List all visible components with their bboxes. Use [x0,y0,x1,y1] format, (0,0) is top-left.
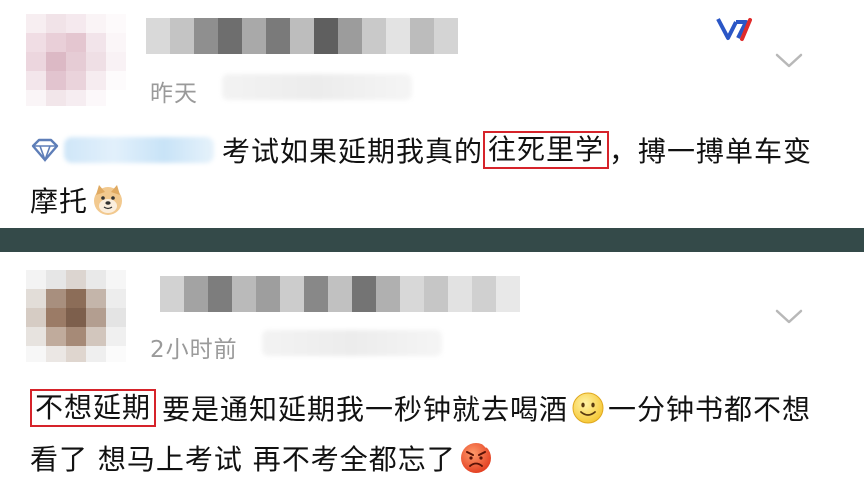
chevron-down-icon[interactable] [774,50,804,70]
timestamp: 2小时前 [150,337,238,363]
comment-text: ，搏一搏单车变 [609,135,813,168]
chevron-down-icon[interactable] [774,306,804,326]
location-blurred [262,330,442,356]
location-blurred [222,74,412,100]
comment-text: 一分钟书都不想 [608,393,812,426]
section-divider [0,228,864,252]
comment-text: 要是通知延期我一秒钟就去喝酒 [162,393,569,426]
comment-text: 摩托 [30,185,89,218]
username-blurred[interactable] [146,18,458,54]
username-blurred[interactable] [160,276,520,312]
angry-emoji-icon [460,442,491,473]
highlighted-phrase: 不想延期 [30,389,157,427]
doge-emoji-icon [94,185,123,215]
comment-text: 考试如果延期我真的 [222,135,484,168]
comment-text-line-1: 考试如果延期我真的 往死里学 ，搏一搏单车变 [30,130,812,170]
highlighted-phrase: 往死里学 [483,131,610,169]
comment-text-line-2: 摩托 [30,180,128,220]
smile-emoji-icon [572,392,604,424]
user-badge-blurred [64,137,214,163]
comment-card: 昨天 考试如果延期我真的 往死里学 ，搏一搏单车变 摩托 [0,0,864,228]
avatar[interactable] [26,14,126,106]
comment-text: 看了 想马上考试 再不考全都忘了 [30,443,456,476]
timestamp: 昨天 [150,81,198,107]
diamond-icon [31,138,59,163]
comment-text-line-1: 不想延期 要是通知延期我一秒钟就去喝酒 一分钟书都不想 [30,388,811,428]
logo-icon [716,18,752,41]
comment-text-line-2: 看了 想马上考试 再不考全都忘了 [30,438,496,478]
avatar[interactable] [26,270,126,362]
